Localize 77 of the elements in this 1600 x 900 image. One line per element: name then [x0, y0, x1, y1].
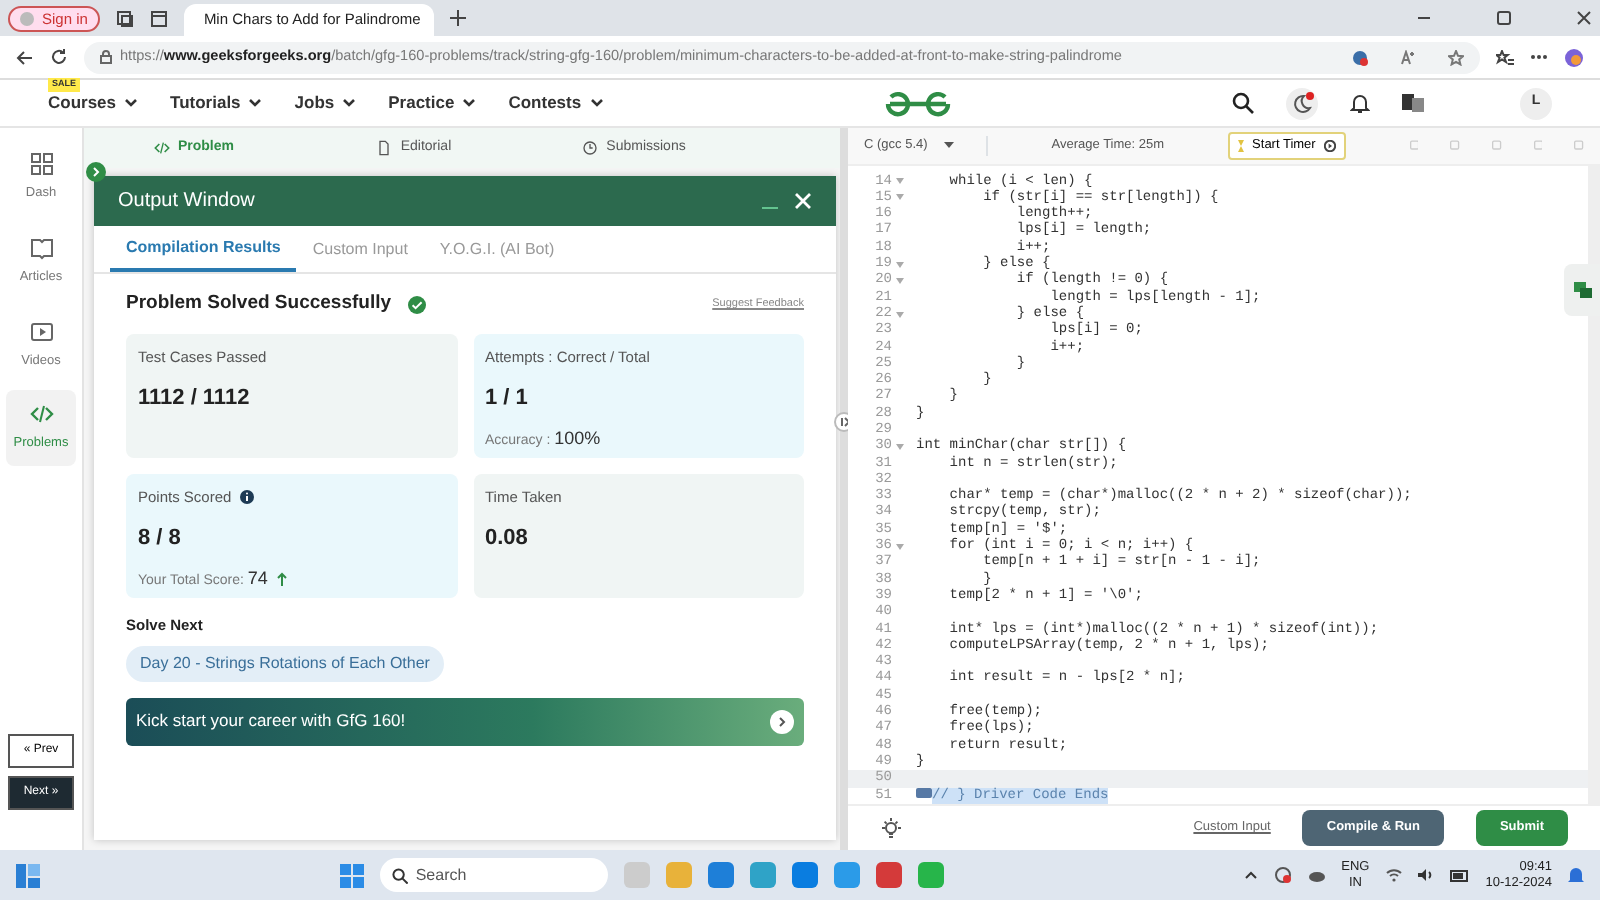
- more-icon[interactable]: [1530, 54, 1548, 60]
- maximize-icon[interactable]: [1496, 10, 1512, 26]
- stat-value: 0.08: [485, 523, 530, 553]
- check-circle-icon: [407, 295, 426, 314]
- new-tab-icon[interactable]: [449, 10, 466, 26]
- app-icon[interactable]: [833, 862, 860, 888]
- nav-menu-item[interactable]: Jobs: [294, 90, 335, 116]
- promo-banner[interactable]: Kick start your career with GfG 160!: [126, 697, 804, 745]
- play-icon: [1323, 139, 1336, 152]
- stat-value: 8 / 8: [138, 523, 183, 553]
- notification-bell-icon[interactable]: [1568, 866, 1584, 884]
- folded-code-icon[interactable]: [916, 788, 932, 799]
- assistant-icon[interactable]: [1564, 47, 1584, 67]
- collections-icon[interactable]: [115, 9, 134, 27]
- start-icon[interactable]: [339, 863, 364, 887]
- app-icon[interactable]: [707, 862, 734, 888]
- nav-menu-item[interactable]: Contests: [508, 90, 582, 116]
- stat-value: 1 / 1: [485, 383, 530, 413]
- book-icon: [29, 235, 53, 260]
- fold-caret-icon[interactable]: [896, 261, 904, 268]
- fold-caret-icon[interactable]: [896, 194, 904, 201]
- refresh-icon[interactable]: [50, 48, 68, 66]
- bell-icon[interactable]: [1350, 92, 1370, 114]
- stat-value: 1112 / 1112: [138, 383, 252, 413]
- wifi-icon[interactable]: [1385, 868, 1402, 882]
- grid-icon: [29, 152, 53, 176]
- cloud-icon[interactable]: [1307, 868, 1326, 882]
- read-aloud-icon[interactable]: [1400, 49, 1416, 65]
- favorites-icon[interactable]: [1496, 49, 1514, 65]
- clock-icon: [582, 140, 599, 156]
- extension-icon[interactable]: [1352, 49, 1368, 65]
- chat-icon: [1573, 282, 1591, 298]
- arrow-right-icon[interactable]: [770, 709, 794, 733]
- next-problem-chip[interactable]: Day 20 - Strings Rotations of Each Other: [126, 645, 444, 681]
- app-icon[interactable]: [749, 862, 776, 888]
- status-text: Problem Solved Successfully: [126, 290, 392, 318]
- widgets-icon[interactable]: [16, 863, 40, 887]
- taskbar-search[interactable]: Search: [379, 858, 608, 892]
- battery-icon[interactable]: [1449, 869, 1470, 881]
- video-icon: [29, 319, 53, 343]
- app-icon[interactable]: [791, 862, 818, 888]
- dark-mode-icon[interactable]: [1286, 87, 1318, 119]
- hourglass-icon: [1238, 139, 1245, 152]
- fold-caret-icon[interactable]: [896, 443, 904, 450]
- chevron-down-icon: [342, 98, 357, 108]
- close-icon[interactable]: [1576, 10, 1592, 26]
- output-tab[interactable]: Compilation Results: [110, 226, 297, 272]
- chevron-up-icon[interactable]: [1243, 870, 1258, 880]
- nav-menu-item[interactable]: Courses: [48, 90, 117, 116]
- search-icon[interactable]: [1232, 92, 1254, 114]
- fold-caret-icon[interactable]: [896, 277, 904, 284]
- lightbulb-icon[interactable]: [880, 815, 902, 840]
- fold-caret-icon[interactable]: [896, 543, 904, 550]
- star-icon[interactable]: [1448, 49, 1464, 65]
- back-icon[interactable]: [16, 49, 34, 65]
- person-icon: [20, 11, 34, 25]
- chevron-down-icon: [589, 98, 604, 108]
- tab-actions-icon[interactable]: [149, 9, 168, 27]
- logo-icon: [883, 89, 952, 117]
- fold-caret-icon[interactable]: [896, 311, 904, 318]
- caret-icon: [943, 142, 954, 149]
- chevron-down-icon: [248, 98, 263, 108]
- nav-menu-item[interactable]: Practice: [388, 90, 455, 116]
- volume-icon[interactable]: [1417, 868, 1434, 882]
- code-icon: [153, 140, 170, 156]
- search-icon: [391, 867, 408, 883]
- chevron-down-icon: [462, 98, 477, 108]
- sync-icon[interactable]: [1273, 866, 1292, 884]
- fold-caret-icon[interactable]: [896, 178, 904, 185]
- banner-text: Kick start your career with GfG 160!: [136, 708, 406, 734]
- lock-icon: [100, 50, 112, 64]
- nav-menu-item[interactable]: Tutorials: [170, 90, 241, 116]
- document-icon: [376, 140, 393, 156]
- app-icon[interactable]: [875, 862, 902, 888]
- code-icon: [29, 402, 53, 427]
- window-title: Output Window: [118, 188, 255, 216]
- chevron-down-icon: [124, 98, 139, 108]
